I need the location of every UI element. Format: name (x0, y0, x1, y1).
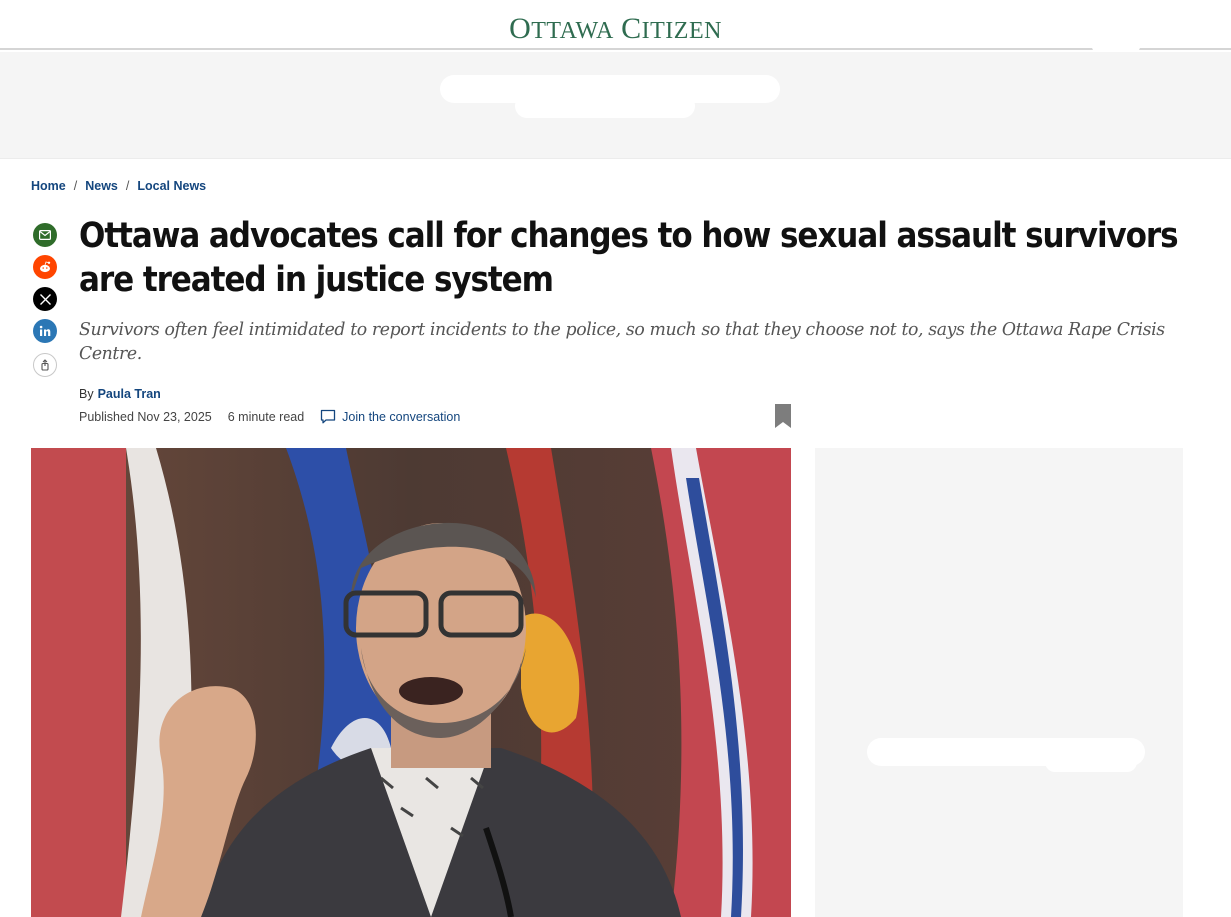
email-icon (39, 230, 51, 240)
join-conversation-link[interactable]: Join the conversation (320, 409, 460, 424)
read-time: 6 minute read (227, 409, 305, 424)
hero-photo (31, 448, 791, 917)
x-icon (39, 293, 51, 305)
share-icon (41, 359, 49, 371)
byline: By Paula Tran (79, 387, 161, 401)
hero-image (31, 448, 791, 917)
reddit-icon (40, 261, 51, 273)
breadcrumb-separator: / (73, 179, 78, 193)
breadcrumb-home[interactable]: Home (31, 179, 66, 193)
published-date: Published Nov 23, 2025 (79, 409, 212, 424)
breadcrumb: Home / News / Local News (31, 179, 206, 193)
bookmark-icon[interactable] (775, 404, 791, 428)
linkedin-icon (39, 325, 51, 336)
logo-initial-o: O (509, 12, 532, 45)
sidebar-ad (815, 448, 1183, 917)
article-dek: Survivors often feel intimidated to repo… (79, 319, 1165, 364)
breadcrumb-separator: / (125, 179, 130, 193)
site-logo[interactable]: OTTAWA CITIZEN (0, 12, 1231, 46)
byline-prefix: By (79, 387, 94, 401)
logo-initial-c: C (621, 12, 642, 45)
redacted-area (1045, 750, 1137, 772)
breadcrumb-news[interactable]: News (85, 179, 118, 193)
logo-word-ottawa: TTAWA (531, 18, 614, 44)
share-x-button[interactable] (33, 287, 57, 311)
join-conversation-label: Join the conversation (342, 409, 461, 424)
breadcrumb-local-news[interactable]: Local News (137, 179, 206, 193)
share-email-button[interactable] (33, 223, 57, 247)
article-headline: Ottawa advocates call for changes to how… (79, 216, 1179, 300)
top-ad-band (0, 52, 1231, 159)
share-linkedin-button[interactable] (33, 319, 57, 343)
comment-icon (321, 409, 336, 424)
share-more-button[interactable] (33, 353, 57, 377)
masthead: OTTAWA CITIZEN (0, 0, 1231, 52)
redacted-area (515, 94, 695, 118)
article-meta: Published Nov 23, 2025 6 minute read Joi… (79, 409, 460, 424)
share-reddit-button[interactable] (33, 255, 57, 279)
redacted-area (1092, 42, 1140, 52)
author-link[interactable]: Paula Tran (98, 387, 161, 401)
logo-word-citizen: ITIZEN (641, 18, 722, 44)
